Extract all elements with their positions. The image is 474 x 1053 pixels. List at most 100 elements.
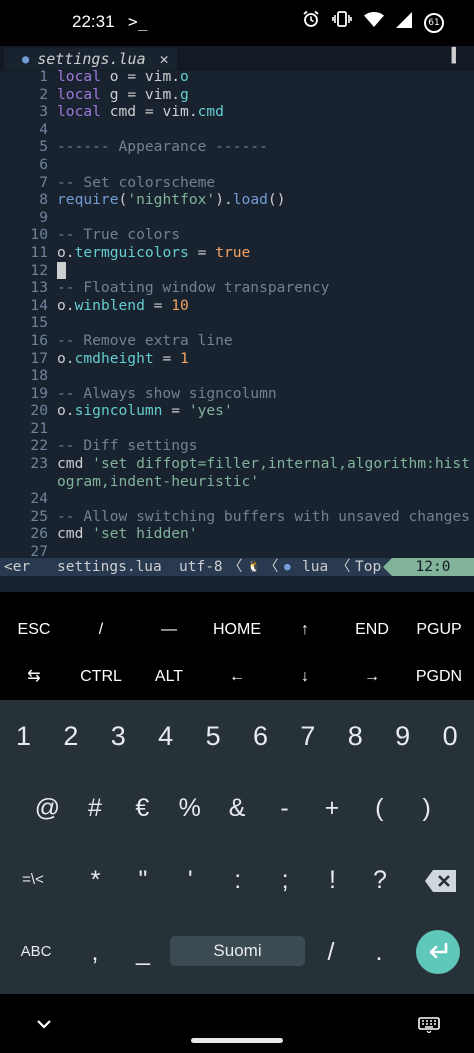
comma-key[interactable]: , <box>70 916 120 988</box>
tabs-button[interactable]: ▌ <box>452 48 460 64</box>
line-number: 8 <box>39 191 48 209</box>
pgdn-key[interactable]: PGDN <box>408 653 470 700</box>
code-line[interactable]: 22 -- Diff settings <box>0 437 474 455</box>
code-line[interactable]: 4 <box>0 121 474 139</box>
key[interactable]: 2 <box>47 700 94 772</box>
key[interactable]: 5 <box>190 700 237 772</box>
code-line[interactable]: 19 -- Always show signcolumn <box>0 385 474 403</box>
key[interactable]: ! <box>309 844 356 916</box>
key[interactable]: * <box>72 844 119 916</box>
down-arrow-key[interactable]: ↓ <box>278 653 332 700</box>
code-line[interactable]: 17 o.cmdheight = 1 <box>0 350 474 368</box>
abc-key[interactable]: ABC <box>0 916 72 988</box>
code-line[interactable]: 6 <box>0 156 474 174</box>
close-icon[interactable]: ✕ <box>160 50 169 68</box>
line-text: local o = vim.o <box>57 68 189 86</box>
code-line[interactable]: 7 -- Set colorscheme <box>0 174 474 192</box>
chevron-down-icon[interactable] <box>36 1014 52 1035</box>
ctrl-key[interactable]: CTRL <box>74 653 128 700</box>
key[interactable]: & <box>214 772 261 844</box>
key[interactable]: + <box>308 772 355 844</box>
code-line[interactable]: 26 cmd 'set hidden' <box>0 525 474 543</box>
backspace-key[interactable] <box>424 869 458 893</box>
code-line[interactable]: 10 -- True colors <box>0 226 474 244</box>
code-line[interactable]: 9 <box>0 209 474 227</box>
dash-key[interactable]: — <box>142 606 196 653</box>
text-cursor <box>57 261 66 279</box>
key[interactable]: 6 <box>237 700 284 772</box>
line-text: -- Allow switching buffers with unsaved … <box>57 508 470 526</box>
code-line[interactable]: 1 local o = vim.o <box>0 68 474 86</box>
home-key[interactable]: HOME <box>198 606 276 653</box>
key[interactable]: ? <box>356 844 403 916</box>
code-token: require <box>57 191 119 209</box>
esc-key[interactable]: ESC <box>8 606 60 653</box>
period-key[interactable]: . <box>354 916 404 988</box>
scroll-position: Top <box>355 559 382 575</box>
pgup-key[interactable]: PGUP <box>408 606 470 653</box>
key[interactable]: ( <box>356 772 403 844</box>
code-line[interactable]: 21 <box>0 420 474 438</box>
code-line[interactable]: 2 local g = vim.g <box>0 86 474 104</box>
key[interactable]: 8 <box>332 700 379 772</box>
command-line[interactable] <box>0 576 474 592</box>
code-token: = <box>188 243 216 261</box>
code-line[interactable]: 16 -- Remove extra line <box>0 332 474 350</box>
enter-key[interactable] <box>416 930 460 974</box>
slash-key[interactable]: / <box>306 916 356 988</box>
key[interactable]: ) <box>403 772 450 844</box>
key[interactable]: ' <box>167 844 214 916</box>
key[interactable]: 0 <box>427 700 474 772</box>
key[interactable]: % <box>166 772 213 844</box>
key[interactable]: 7 <box>284 700 331 772</box>
code-token: 'set hidden' <box>92 525 198 543</box>
alt-key[interactable]: ALT <box>142 653 196 700</box>
code-token: 'yes' <box>188 402 233 420</box>
code-line[interactable]: 14 o.winblend = 10 <box>0 297 474 315</box>
key[interactable]: 3 <box>95 700 142 772</box>
key[interactable]: - <box>261 772 308 844</box>
code-line[interactable]: 3 local cmd = vim.cmd <box>0 103 474 121</box>
code-token: . <box>65 349 75 367</box>
tab-key[interactable]: ⇆ <box>8 653 60 700</box>
line-text: -- Set colorscheme <box>57 174 215 192</box>
code-area[interactable]: 1 local o = vim.o 2 local g = vim.g 3 local c… <box>0 68 474 561</box>
code-line[interactable]: 11 o.termguicolors = true <box>0 244 474 262</box>
neovim-editor[interactable]: ● settings.lua ✕ ▌ 1 local o = vim.o 2 loca… <box>0 46 474 592</box>
code-line[interactable]: 12 <box>0 261 474 280</box>
code-line[interactable]: 13 -- Floating window transparency <box>0 279 474 297</box>
key[interactable]: € <box>119 772 166 844</box>
code-line[interactable]: 24 <box>0 490 474 508</box>
key[interactable]: # <box>71 772 118 844</box>
home-handle[interactable] <box>191 1038 283 1043</box>
right-arrow-key[interactable]: → <box>344 653 400 700</box>
code-token: load <box>232 191 268 209</box>
left-arrow-key[interactable]: ← <box>198 653 276 700</box>
code-token: o <box>180 68 189 85</box>
key[interactable]: " <box>119 844 166 916</box>
up-arrow-key[interactable]: ↑ <box>278 606 332 653</box>
code-line[interactable]: 5 ------ Appearance ------ <box>0 138 474 156</box>
buffer-tab[interactable]: ● settings.lua ✕ <box>4 48 177 70</box>
code-line[interactable]: 15 <box>0 314 474 332</box>
slash-key[interactable]: / <box>74 606 128 653</box>
keyboard-icon[interactable] <box>418 1017 440 1037</box>
code-line[interactable]: ogram,indent-heuristic' <box>0 473 474 491</box>
key[interactable]: @ <box>24 772 71 844</box>
underscore-key[interactable]: _ <box>118 916 168 988</box>
code-line[interactable]: 20 o.signcolumn = 'yes' <box>0 402 474 420</box>
key[interactable]: ; <box>262 844 309 916</box>
code-token: cmd <box>197 103 224 121</box>
key[interactable]: 1 <box>0 700 47 772</box>
space-key[interactable]: Suomi <box>170 936 305 966</box>
key[interactable]: =\< <box>0 844 66 916</box>
key[interactable]: 4 <box>142 700 189 772</box>
code-line[interactable]: 8 require('nightfox').load() <box>0 191 474 209</box>
key[interactable]: 9 <box>379 700 426 772</box>
line-text <box>57 261 66 280</box>
code-line[interactable]: 25 -- Allow switching buffers with unsave… <box>0 508 474 526</box>
end-key[interactable]: END <box>344 606 400 653</box>
code-line[interactable]: 23 cmd 'set diffopt=filler,internal,algor… <box>0 455 474 473</box>
key[interactable]: : <box>214 844 261 916</box>
code-line[interactable]: 18 <box>0 367 474 385</box>
